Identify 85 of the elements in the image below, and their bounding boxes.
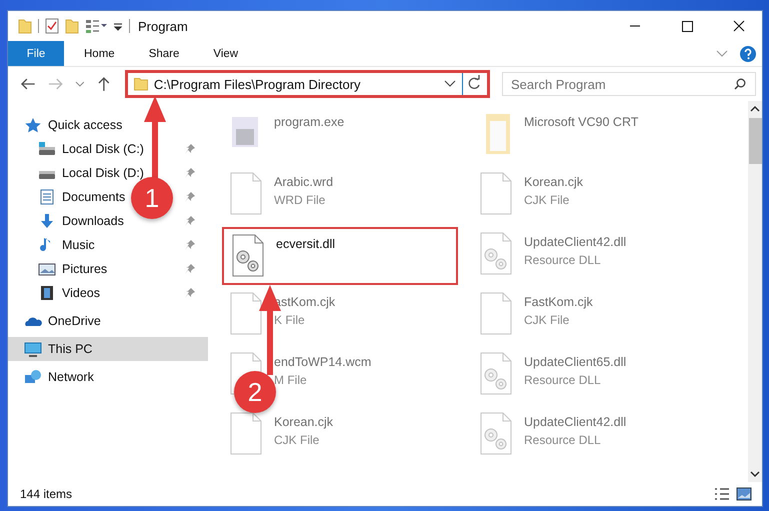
new-folder-icon[interactable] [65, 18, 79, 34]
file-name[interactable]: Korean.cjk [274, 415, 334, 429]
highlighted-file[interactable]: ecversit.dll [222, 227, 458, 285]
nav-icon [38, 213, 56, 229]
file-type: K File [274, 313, 306, 327]
nav-label: OneDrive [48, 314, 101, 328]
scrollbar[interactable] [748, 101, 762, 482]
nav-item[interactable]: Videos [38, 281, 100, 305]
item-count: 144 items [20, 487, 72, 501]
nav-label: Documents [62, 190, 126, 204]
nav-icon [24, 117, 42, 133]
file-name[interactable]: UpdateClient42.dll [524, 415, 626, 429]
nav-label: Pictures [62, 262, 108, 276]
scroll-down-icon[interactable] [749, 469, 761, 479]
nav-label: Local Disk (C:) [62, 142, 144, 156]
caret-icon[interactable] [444, 80, 456, 88]
nav-label: Downloads [62, 214, 124, 228]
pin-icon[interactable] [184, 215, 196, 227]
nav-label: Quick access [48, 118, 122, 132]
file-type: CJK File [524, 193, 570, 207]
scroll-thumb[interactable] [748, 118, 762, 164]
file-name[interactable]: endToWP14.wcm [274, 355, 372, 369]
file-name[interactable]: UpdateClient65.dll [524, 355, 626, 369]
back-icon[interactable] [20, 77, 36, 91]
nav-item[interactable]: Network [8, 365, 208, 389]
nav-label: This PC [48, 342, 92, 356]
pin-icon[interactable] [184, 191, 196, 203]
nav-label: Videos [62, 286, 100, 300]
scroll-up-icon[interactable] [749, 104, 761, 114]
search-icon [734, 78, 746, 90]
file-name[interactable]: FastKom.cjk [524, 295, 593, 309]
forward-icon[interactable] [48, 77, 64, 91]
file-type: M File [274, 373, 308, 387]
nav-item[interactable]: Pictures [38, 257, 108, 281]
file-type: WRD File [274, 193, 326, 207]
file-name[interactable]: UpdateClient42.dll [524, 235, 626, 249]
file-name[interactable]: ecversit.dll [276, 237, 336, 251]
ribbon-tab[interactable]: Share [134, 41, 194, 66]
folder-icon[interactable] [18, 18, 32, 34]
nav-item[interactable]: Downloads [38, 209, 124, 233]
nav-icon [38, 141, 56, 157]
nav-item[interactable]: Local Disk (C:) [38, 137, 144, 161]
nav-item[interactable]: Quick access [8, 113, 208, 137]
address-path: C:\Program Files\Program Directory [154, 76, 361, 92]
folder-icon [134, 77, 148, 91]
file-type: Resource DLL [524, 253, 602, 267]
properties-icon[interactable] [45, 18, 59, 34]
file-type: Resource DLL [524, 373, 602, 387]
details-view-icon[interactable] [714, 487, 730, 501]
nav-label: Music [62, 238, 95, 252]
file-name[interactable]: Microsoft VC90 CRT [524, 115, 638, 129]
recent-caret-icon[interactable] [75, 80, 86, 88]
pin-icon[interactable] [184, 143, 196, 155]
nav-icon [38, 189, 56, 205]
ribbon-tab[interactable]: File [8, 41, 64, 66]
up-icon[interactable] [97, 76, 111, 92]
help-icon[interactable] [740, 46, 756, 62]
nav-icon [38, 261, 56, 277]
nav-label: Network [48, 370, 94, 384]
file-name[interactable]: Arabic.wrd [274, 175, 334, 189]
search-field[interactable]: Search Program [502, 72, 756, 96]
file-type: CJK File [274, 433, 320, 447]
file-type: Resource DLL [524, 433, 602, 447]
nav-icon [24, 341, 42, 357]
file-name[interactable]: program.exe [274, 115, 344, 129]
file-name[interactable]: Korean.cjk [524, 175, 584, 189]
nav-label: Local Disk (D:) [62, 166, 144, 180]
expand-ribbon-icon[interactable] [716, 50, 728, 58]
pin-icon[interactable] [184, 167, 196, 179]
address-bar[interactable]: C:\Program Files\Program Directory [124, 70, 490, 98]
nav-icon [38, 285, 56, 301]
nav-item[interactable]: This PC [8, 337, 208, 361]
view-icon[interactable] [85, 18, 107, 34]
large-icons-view-icon[interactable] [736, 487, 752, 501]
ribbon-tab[interactable]: View [199, 41, 252, 66]
ribbon-tab[interactable]: Home [70, 41, 129, 66]
file-type: CJK File [524, 313, 570, 327]
pin-icon[interactable] [184, 287, 196, 299]
nav-item[interactable]: OneDrive [8, 309, 208, 333]
nav-item[interactable]: Music [38, 233, 95, 257]
pin-icon[interactable] [184, 239, 196, 251]
pin-icon[interactable] [184, 263, 196, 275]
nav-item[interactable]: Documents [38, 185, 126, 209]
window-title: Program [138, 18, 188, 34]
nav-icon [24, 369, 42, 385]
